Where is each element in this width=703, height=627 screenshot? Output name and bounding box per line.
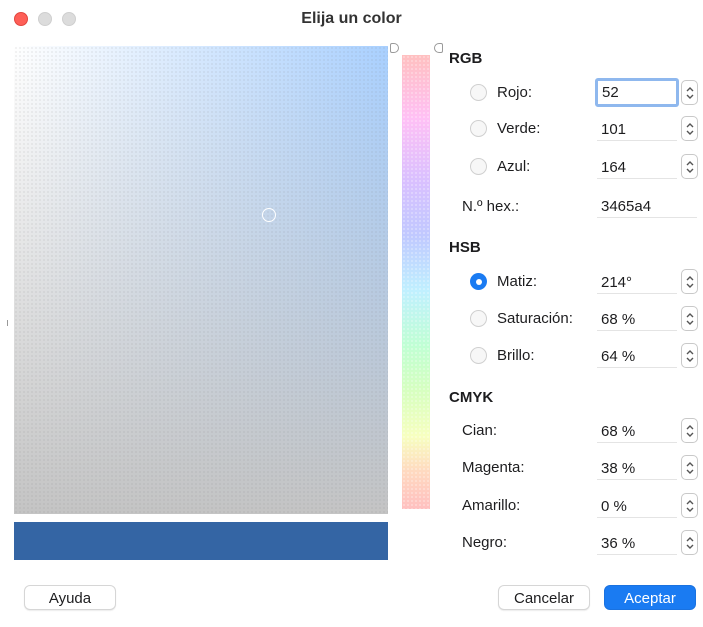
- accept-button[interactable]: Aceptar: [604, 585, 696, 610]
- blue-input[interactable]: [597, 154, 677, 179]
- cancel-button[interactable]: Cancelar: [498, 585, 590, 610]
- cmyk-section-title: CMYK: [449, 389, 494, 406]
- brightness-stepper[interactable]: [681, 343, 698, 368]
- hue-input[interactable]: [597, 269, 677, 294]
- black-input[interactable]: [597, 530, 677, 555]
- hue-slider[interactable]: [402, 55, 430, 509]
- title-bar: Elija un color: [0, 0, 703, 40]
- saturation-stepper[interactable]: [681, 306, 698, 331]
- black-label: Negro:: [462, 534, 508, 551]
- red-stepper[interactable]: [681, 80, 698, 105]
- blue-stepper[interactable]: [681, 154, 698, 179]
- hex-input[interactable]: [597, 193, 697, 218]
- up-down-chevron-icon: [686, 87, 694, 99]
- up-down-chevron-icon: [686, 161, 694, 173]
- green-stepper[interactable]: [681, 116, 698, 141]
- hsb-section-title: HSB: [449, 239, 481, 256]
- brightness-radio[interactable]: [470, 347, 487, 364]
- hue-slider-handle-right[interactable]: [434, 43, 443, 53]
- yellow-label: Amarillo:: [462, 497, 521, 514]
- magenta-label: Magenta:: [462, 459, 525, 476]
- up-down-chevron-icon: [686, 276, 694, 288]
- dialog-title: Elija un color: [301, 10, 402, 27]
- hue-label: Matiz:: [497, 273, 538, 290]
- brightness-input[interactable]: [597, 343, 677, 368]
- red-input[interactable]: [595, 78, 679, 107]
- saturation-radio[interactable]: [470, 310, 487, 327]
- hue-slider-handle-left[interactable]: [390, 43, 399, 53]
- up-down-chevron-icon: [686, 313, 694, 325]
- field-edge-marker: [7, 320, 11, 326]
- up-down-chevron-icon: [686, 123, 694, 135]
- up-down-chevron-icon: [686, 350, 694, 362]
- black-stepper[interactable]: [681, 530, 698, 555]
- rgb-section-title: RGB: [449, 50, 483, 67]
- cyan-input[interactable]: [597, 418, 677, 443]
- color-picker-ring[interactable]: [262, 208, 276, 222]
- saturation-input[interactable]: [597, 306, 677, 331]
- cyan-label: Cian:: [462, 422, 498, 439]
- cyan-stepper[interactable]: [681, 418, 698, 443]
- hue-radio[interactable]: [470, 273, 487, 290]
- hex-label: N.º hex.:: [462, 198, 520, 215]
- red-radio[interactable]: [470, 84, 487, 101]
- color-picker-dialog: Elija un color RGB Rojo: Verde: Azul: N.…: [0, 0, 703, 627]
- red-label: Rojo:: [497, 84, 533, 101]
- green-label: Verde:: [497, 120, 541, 137]
- magenta-stepper[interactable]: [681, 455, 698, 480]
- saturation-label: Saturación:: [497, 310, 573, 327]
- up-down-chevron-icon: [686, 500, 694, 512]
- up-down-chevron-icon: [686, 425, 694, 437]
- help-button[interactable]: Ayuda: [24, 585, 116, 610]
- green-radio[interactable]: [470, 120, 487, 137]
- yellow-input[interactable]: [597, 493, 677, 518]
- blue-radio[interactable]: [470, 158, 487, 175]
- color-field[interactable]: [14, 46, 388, 514]
- blue-label: Azul:: [497, 158, 531, 175]
- color-preview-swatch: [14, 522, 388, 560]
- magenta-input[interactable]: [597, 455, 677, 480]
- brightness-label: Brillo:: [497, 347, 535, 364]
- up-down-chevron-icon: [686, 462, 694, 474]
- up-down-chevron-icon: [686, 537, 694, 549]
- green-input[interactable]: [597, 116, 677, 141]
- hue-stepper[interactable]: [681, 269, 698, 294]
- yellow-stepper[interactable]: [681, 493, 698, 518]
